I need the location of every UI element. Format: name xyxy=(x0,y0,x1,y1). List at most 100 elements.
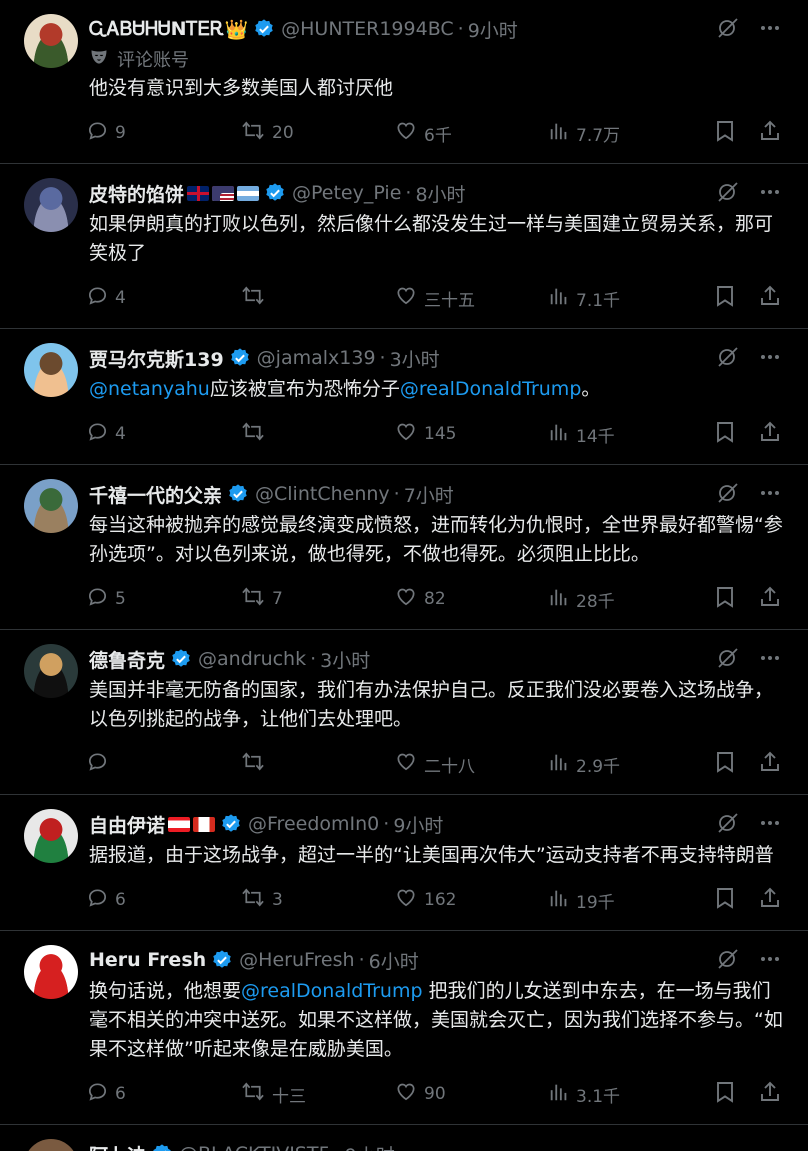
avatar[interactable] xyxy=(24,343,78,397)
tweet[interactable]: 自由伊诺 @FreedomIn0 · 9小时 据报道，由于这场战争，超过一半的“让美国再… xyxy=(0,795,808,931)
display-name[interactable]: 德鲁奇克 xyxy=(89,646,165,673)
tweet-partial[interactable]: 阿卜迪 @BLACKTIVIST5 · 9小时 xyxy=(0,1125,808,1151)
display-name[interactable]: 自由伊诺 xyxy=(89,811,165,838)
user-handle[interactable]: @jamalx139 xyxy=(257,347,376,369)
grok-icon[interactable] xyxy=(716,947,740,971)
views-button[interactable]: 2.9千 xyxy=(548,751,702,778)
share-icon[interactable] xyxy=(758,886,782,915)
bookmark-icon[interactable] xyxy=(714,585,736,614)
like-button[interactable]: 6千 xyxy=(394,119,548,147)
share-icon[interactable] xyxy=(758,1080,782,1109)
display-name[interactable]: 贾马尔克斯139 xyxy=(89,345,224,372)
user-handle[interactable]: @HUNTER1994BC xyxy=(281,18,454,40)
more-options-icon[interactable] xyxy=(758,16,782,40)
views-button[interactable]: 28千 xyxy=(548,586,702,613)
share-icon[interactable] xyxy=(758,585,782,614)
more-options-icon[interactable] xyxy=(758,345,782,369)
like-button[interactable]: 二十八 xyxy=(394,750,548,778)
like-button[interactable]: 90 xyxy=(394,1080,548,1108)
display-name[interactable]: ᏩᎪᏴᏌᎻᏌNᎢᎬᎡ xyxy=(89,18,224,40)
timestamp[interactable]: 9小时 xyxy=(345,1141,395,1151)
repost-button[interactable]: 十三 xyxy=(240,1080,394,1108)
repost-button[interactable] xyxy=(240,284,394,312)
reply-button[interactable]: 4 xyxy=(86,284,240,312)
reply-button[interactable]: 6 xyxy=(86,1080,240,1108)
tweet[interactable]: Heru Fresh @HeruFresh · 6小时 换句话说，他想要@realDon… xyxy=(0,931,808,1125)
repost-button[interactable]: 3 xyxy=(240,886,394,914)
grok-icon[interactable] xyxy=(716,180,740,204)
views-button[interactable]: 19千 xyxy=(548,887,702,914)
avatar[interactable] xyxy=(24,479,78,533)
views-button[interactable]: 14千 xyxy=(548,421,702,448)
views-button[interactable]: 3.1千 xyxy=(548,1081,702,1108)
avatar[interactable] xyxy=(24,945,78,999)
like-button[interactable]: 三十五 xyxy=(394,284,548,312)
display-name[interactable]: 皮特的馅饼 xyxy=(89,180,184,207)
bookmark-icon[interactable] xyxy=(714,886,736,915)
mention-link[interactable]: @realDonaldTrump xyxy=(400,378,582,400)
user-handle[interactable]: @BLACKTIVIST5 xyxy=(179,1143,331,1151)
share-icon[interactable] xyxy=(758,420,782,449)
timestamp[interactable]: 9小时 xyxy=(468,16,518,43)
grok-icon[interactable] xyxy=(716,16,740,40)
views-button[interactable]: 7.7万 xyxy=(548,120,702,147)
tweet[interactable]: 皮特的馅饼 @Petey_Pie · 8小时 如果伊朗真的打败以色列，然后像什么都没发生… xyxy=(0,164,808,329)
reply-button[interactable]: 5 xyxy=(86,585,240,613)
avatar[interactable] xyxy=(24,178,78,232)
repost-button[interactable] xyxy=(240,750,394,778)
user-handle[interactable]: @Petey_Pie xyxy=(292,182,401,204)
repost-button[interactable]: 7 xyxy=(240,585,394,613)
avatar[interactable] xyxy=(24,14,78,68)
more-options-icon[interactable] xyxy=(758,646,782,670)
bookmark-icon[interactable] xyxy=(714,750,736,779)
user-handle[interactable]: @FreedomIn0 xyxy=(248,813,379,835)
like-button[interactable]: 162 xyxy=(394,886,548,914)
bookmark-icon[interactable] xyxy=(714,420,736,449)
user-handle[interactable]: @andruchk xyxy=(198,648,306,670)
more-options-icon[interactable] xyxy=(758,180,782,204)
timestamp[interactable]: 3小时 xyxy=(390,345,440,372)
more-options-icon[interactable] xyxy=(758,481,782,505)
avatar[interactable] xyxy=(24,809,78,863)
more-options-icon[interactable] xyxy=(758,947,782,971)
reply-button[interactable]: 4 xyxy=(86,420,240,448)
user-handle[interactable]: @HeruFresh xyxy=(239,949,354,971)
display-name[interactable]: 千禧一代的父亲 xyxy=(89,481,222,508)
display-name[interactable]: Heru Fresh xyxy=(89,949,206,971)
timestamp[interactable]: 7小时 xyxy=(404,481,454,508)
like-button[interactable]: 82 xyxy=(394,585,548,613)
tweet[interactable]: ᏩᎪᏴᏌᎻᏌNᎢᎬᎡ 👑 @HUNTER1994BC · 9小时 评论账号 他没有意识到大多… xyxy=(0,0,808,164)
tweet[interactable]: 千禧一代的父亲 @ClintChenny · 7小时 每当这种被抛弃的感觉最终演变成愤怒… xyxy=(0,465,808,630)
more-options-icon[interactable] xyxy=(758,811,782,835)
reply-button[interactable]: 9 xyxy=(86,119,240,147)
mention-link[interactable]: @netanyahu xyxy=(89,378,210,400)
share-icon[interactable] xyxy=(758,119,782,148)
grok-icon[interactable] xyxy=(716,345,740,369)
tweet-actions: 5 7 82 28千 xyxy=(86,569,788,629)
avatar[interactable] xyxy=(24,644,78,698)
timestamp[interactable]: 3小时 xyxy=(320,646,370,673)
grok-icon[interactable] xyxy=(716,646,740,670)
avatar[interactable] xyxy=(24,1139,78,1151)
share-icon[interactable] xyxy=(758,284,782,313)
bookmark-icon[interactable] xyxy=(714,119,736,148)
reply-button[interactable] xyxy=(86,750,240,778)
repost-button[interactable] xyxy=(240,420,394,448)
like-button[interactable]: 145 xyxy=(394,420,548,448)
bookmark-icon[interactable] xyxy=(714,284,736,313)
timestamp[interactable]: 9小时 xyxy=(393,811,443,838)
mention-link[interactable]: @realDonaldTrump xyxy=(241,980,423,1002)
reply-button[interactable]: 6 xyxy=(86,886,240,914)
bookmark-icon[interactable] xyxy=(714,1080,736,1109)
user-handle[interactable]: @ClintChenny xyxy=(255,483,390,505)
repost-button[interactable]: 20 xyxy=(240,119,394,147)
tweet[interactable]: 德鲁奇克 @andruchk · 3小时 美国并非毫无防备的国家，我们有办法保护自己。反… xyxy=(0,630,808,795)
tweet[interactable]: 贾马尔克斯139 @jamalx139 · 3小时 @netanyahu应该被宣布为恐怖… xyxy=(0,329,808,465)
grok-icon[interactable] xyxy=(716,811,740,835)
timestamp[interactable]: 8小时 xyxy=(415,180,465,207)
timestamp[interactable]: 6小时 xyxy=(369,947,419,974)
display-name[interactable]: 阿卜迪 xyxy=(89,1141,146,1151)
grok-icon[interactable] xyxy=(716,481,740,505)
share-icon[interactable] xyxy=(758,750,782,779)
views-button[interactable]: 7.1千 xyxy=(548,285,702,312)
